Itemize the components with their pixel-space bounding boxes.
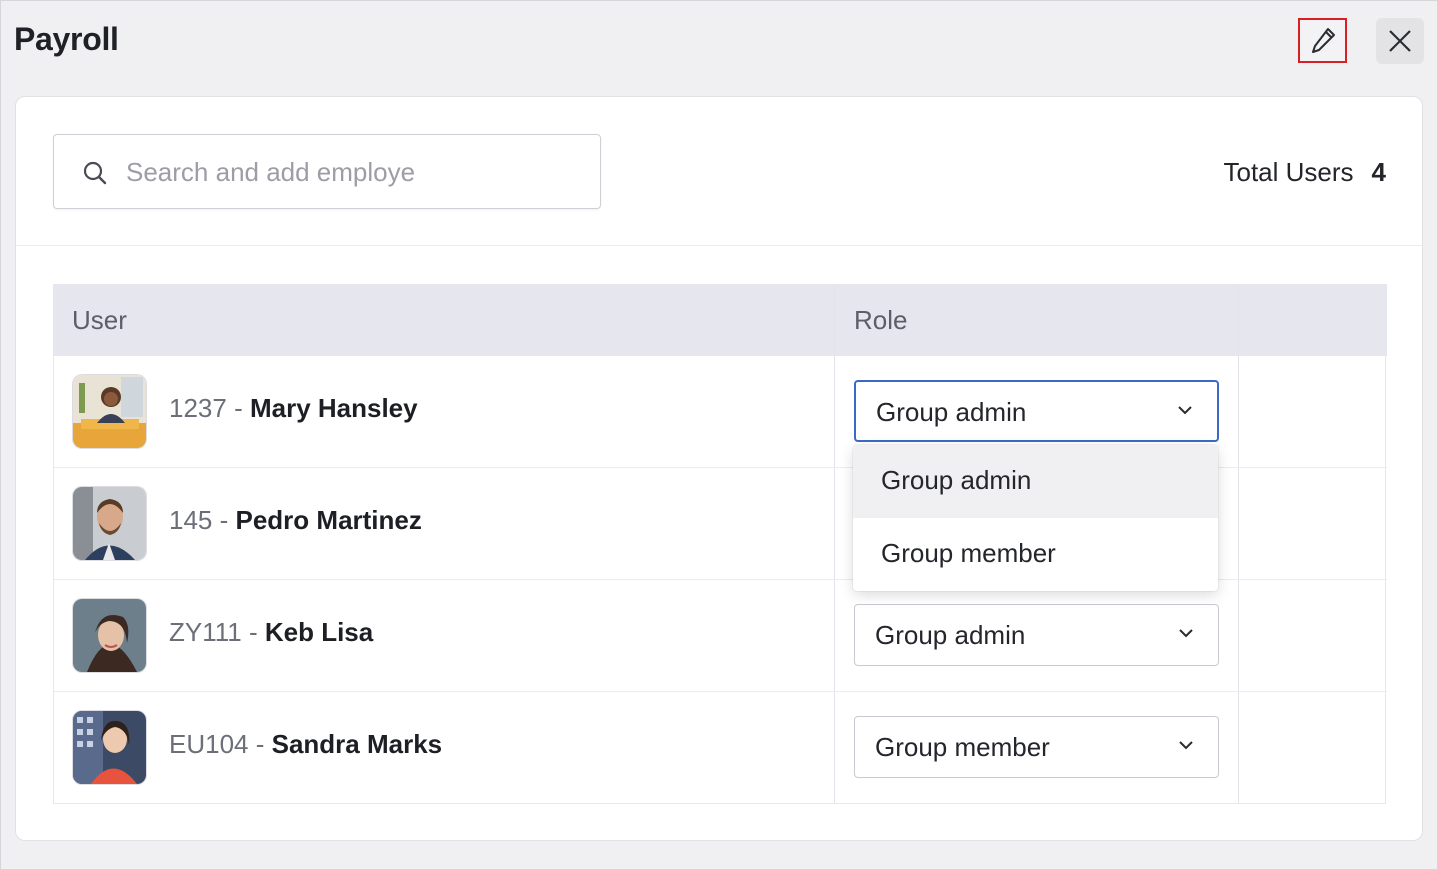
user-id: ZY111 - — [169, 617, 265, 647]
avatar — [73, 711, 146, 784]
total-users-label: Total Users — [1223, 157, 1354, 187]
dialog-title: Payroll — [14, 21, 119, 57]
role-select-value: Group admin — [876, 397, 1027, 427]
role-select[interactable]: Group member — [854, 716, 1219, 778]
avatar — [73, 599, 146, 672]
user-label: 1237 - Mary Hansley — [169, 393, 418, 424]
chevron-down-icon — [1178, 406, 1192, 415]
user-label: 145 - Pedro Martinez — [169, 505, 422, 536]
total-users: Total Users 4 — [1223, 157, 1386, 188]
chevron-down-icon — [1179, 741, 1193, 750]
user-name: Mary Hansley — [249, 393, 418, 423]
user-name: Keb Lisa — [264, 617, 374, 647]
role-select[interactable]: Group admin — [854, 604, 1219, 666]
edit-button[interactable] — [1298, 18, 1347, 63]
divider — [16, 245, 1422, 246]
table-row: EU104 - Sandra Marks Group member — [54, 692, 1387, 804]
employee-search[interactable] — [53, 134, 601, 209]
search-icon — [83, 161, 107, 185]
close-icon — [1389, 30, 1411, 52]
column-header-role: Role — [854, 305, 908, 335]
search-input[interactable] — [126, 153, 416, 191]
user-id: 145 - — [169, 505, 236, 535]
user-name: Pedro Martinez — [235, 505, 422, 535]
role-select[interactable]: Group admin — [854, 380, 1219, 442]
pencil-icon — [1311, 27, 1335, 53]
user-id: EU104 - — [169, 729, 272, 759]
table-row: ZY111 - Keb Lisa Group admin — [54, 580, 1387, 692]
role-option-group-member[interactable]: Group member — [853, 518, 1218, 591]
role-dropdown-menu: Group admin Group member — [853, 445, 1218, 591]
avatar — [73, 375, 146, 448]
user-id: 1237 - — [169, 393, 250, 423]
chevron-down-icon — [1179, 629, 1193, 638]
user-label: ZY111 - Keb Lisa — [169, 617, 373, 648]
user-name: Sandra Marks — [271, 729, 443, 759]
close-button[interactable] — [1376, 18, 1424, 64]
user-label: EU104 - Sandra Marks — [169, 729, 442, 760]
role-select-value: Group admin — [875, 620, 1026, 650]
table-header: User Role — [54, 284, 1387, 356]
role-select-value: Group member — [875, 732, 1050, 762]
total-users-count: 4 — [1371, 157, 1386, 187]
role-option-group-admin[interactable]: Group admin — [853, 445, 1218, 518]
avatar — [73, 487, 146, 560]
payroll-dialog: Payroll Total Users 4 User Role — [0, 0, 1438, 870]
column-header-user: User — [72, 305, 127, 335]
